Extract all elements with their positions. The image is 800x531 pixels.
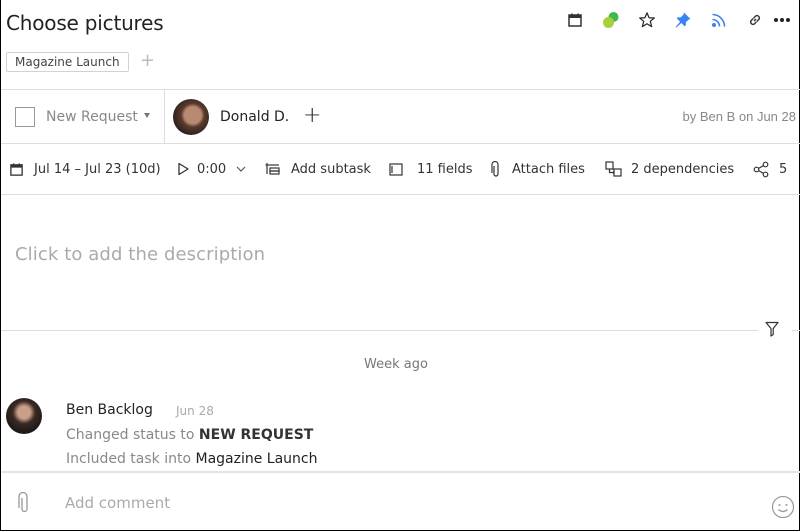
status-checkbox[interactable] (15, 107, 35, 127)
caret-down-icon[interactable] (144, 113, 150, 118)
chevron-down-icon (236, 166, 246, 172)
more-icon (774, 18, 790, 22)
plus-icon: + (140, 50, 156, 71)
divider (792, 330, 800, 331)
status-assignee-row: New Request Donald D. + by Ben B on Jun … (1, 89, 800, 144)
folder-tag[interactable]: Magazine Launch (6, 52, 129, 72)
share-button[interactable]: 5 (753, 159, 787, 179)
activity-text: Included task into (66, 451, 196, 467)
more-button[interactable] (773, 9, 800, 31)
calendar-icon (10, 162, 23, 176)
dependencies-count: 2 dependencies (631, 161, 735, 177)
task-header: Choose pictures Magazine Launch + (1, 0, 800, 89)
subtask-icon (265, 163, 280, 175)
attach-files-button[interactable]: Attach files (490, 159, 585, 179)
assignee-avatar[interactable] (173, 99, 209, 135)
paperclip-icon (491, 160, 499, 177)
attach-files-label: Attach files (512, 161, 585, 177)
folder-link[interactable]: Magazine Launch (196, 451, 318, 467)
status-value: NEW REQUEST (198, 427, 314, 443)
date-range: Jul 14 – Jul 23 (10d) (34, 161, 161, 177)
play-icon (178, 162, 189, 176)
timer-value: 0:00 (197, 161, 227, 177)
subscribe-button[interactable] (701, 9, 737, 31)
task-meta-row: Jul 14 – Jul 23 (10d) 0:00 Add subtask 1… (1, 145, 800, 195)
comment-input[interactable] (65, 491, 745, 515)
author-avatar[interactable] (6, 398, 42, 434)
calendar-icon (568, 13, 582, 27)
divider (1, 330, 758, 331)
add-subtask-button[interactable]: Add subtask (265, 159, 371, 179)
fields-icon (389, 162, 403, 176)
pin-icon (675, 12, 691, 28)
pin-button[interactable] (665, 9, 701, 31)
plus-icon: + (303, 103, 322, 128)
rss-feed-icon (712, 13, 726, 27)
copy-link-button[interactable] (737, 9, 773, 31)
author-info: by Ben B on Jun 28 (682, 109, 796, 124)
calendar-button[interactable] (557, 9, 593, 31)
activity-group-label: Week ago (364, 357, 428, 372)
share-icon (753, 161, 769, 177)
timer-button[interactable]: 0:00 (177, 159, 246, 179)
add-assignee-button[interactable]: + (303, 104, 321, 128)
smiley-icon (771, 495, 795, 519)
activity-line-folder: Included task into Magazine Launch (66, 451, 318, 467)
link-icon (749, 14, 761, 26)
dependencies-icon (605, 161, 622, 177)
comment-bar (1, 471, 800, 531)
add-tag-button[interactable]: + (140, 51, 155, 71)
fields-count: 11 fields (417, 161, 473, 177)
add-subtask-label: Add subtask (291, 161, 371, 177)
activity-line-status: Changed status to NEW REQUEST (66, 427, 313, 443)
status-dropdown[interactable]: New Request (46, 107, 138, 127)
workflow-circles-icon (603, 12, 619, 28)
attach-comment-button[interactable] (17, 491, 29, 518)
share-count: 5 (779, 161, 788, 177)
filter-button[interactable] (765, 321, 779, 341)
emoji-button[interactable] (771, 495, 795, 523)
description-placeholder[interactable]: Click to add the description (15, 244, 265, 265)
paperclip-icon (18, 491, 28, 513)
star-icon (639, 12, 655, 28)
divider (164, 90, 165, 143)
task-title[interactable]: Choose pictures (6, 11, 164, 35)
favorite-button[interactable] (629, 9, 665, 31)
activity-author[interactable]: Ben Backlog (66, 402, 153, 418)
date-range-button[interactable]: Jul 14 – Jul 23 (10d) (9, 159, 161, 179)
fields-button[interactable]: 11 fields (389, 159, 473, 179)
filter-icon (765, 321, 779, 337)
activity-text: Changed status to (66, 427, 199, 443)
dependencies-button[interactable]: 2 dependencies (605, 159, 734, 179)
activity-date: Jun 28 (176, 404, 214, 418)
task-toolbar (557, 9, 800, 31)
assignee-name[interactable]: Donald D. (220, 107, 289, 127)
workflow-button[interactable] (593, 9, 629, 31)
